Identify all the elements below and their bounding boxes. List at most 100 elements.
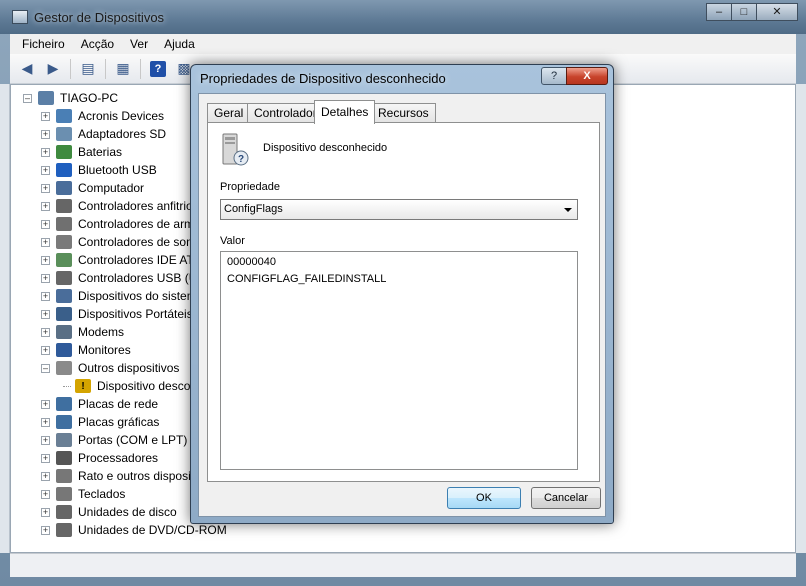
tree-item[interactable]: – Outros dispositivos bbox=[41, 359, 179, 377]
property-label: Propriedade bbox=[220, 181, 280, 193]
expand-icon[interactable]: + bbox=[41, 147, 50, 157]
collapse-icon[interactable]: – bbox=[41, 363, 50, 373]
expand-icon[interactable]: + bbox=[41, 417, 50, 427]
expand-icon[interactable]: + bbox=[41, 309, 50, 319]
expand-icon[interactable]: + bbox=[41, 435, 50, 445]
tree-connector bbox=[63, 385, 71, 387]
port-icon bbox=[56, 433, 72, 447]
tree-item[interactable]: + Controladores de arm bbox=[41, 215, 194, 233]
tree-item[interactable]: + Teclados bbox=[41, 485, 125, 503]
tree-item[interactable]: + Controladores anfitrio bbox=[41, 197, 193, 215]
network-adapter-icon bbox=[56, 397, 72, 411]
tree-item[interactable]: + Rato e outros disposit bbox=[41, 467, 194, 485]
expand-icon[interactable]: + bbox=[41, 399, 50, 409]
dialog-close-button[interactable]: X bbox=[566, 67, 608, 85]
maximize-button[interactable]: □ bbox=[731, 3, 757, 21]
tree-item[interactable]: + Bluetooth USB bbox=[41, 161, 157, 179]
minimize-button[interactable]: – bbox=[706, 3, 732, 21]
property-dropdown[interactable]: ConfigFlags bbox=[220, 199, 578, 220]
expand-icon[interactable]: + bbox=[41, 345, 50, 355]
tree-item-label: Baterias bbox=[78, 145, 123, 159]
tree-item[interactable]: + Dispositivos Portáteis bbox=[41, 305, 193, 323]
tab-controlador[interactable]: Controlador bbox=[247, 103, 324, 123]
tree-item[interactable]: + Dispositivos do sistem bbox=[41, 287, 197, 305]
toolbar-separator bbox=[70, 58, 71, 79]
tree-item[interactable]: ! Dispositivo desco bbox=[63, 377, 190, 395]
main-title-bar[interactable]: Gestor de Dispositivos – □ ✕ bbox=[0, 0, 806, 34]
menu-ajuda[interactable]: Ajuda bbox=[156, 37, 203, 51]
value-list[interactable]: 00000040 CONFIGFLAG_FAILEDINSTALL bbox=[220, 251, 578, 470]
forward-arrow-icon[interactable]: ▶ bbox=[42, 58, 64, 80]
device-name: Dispositivo desconhecido bbox=[263, 142, 388, 154]
properties-icon[interactable]: ▦ bbox=[112, 58, 134, 80]
dialog-help-button[interactable]: ? bbox=[541, 67, 567, 85]
value-item[interactable]: CONFIGFLAG_FAILEDINSTALL bbox=[227, 273, 386, 285]
tree-item-label: Placas gráficas bbox=[78, 415, 160, 429]
tree-item[interactable]: + Controladores USB (U bbox=[41, 269, 197, 287]
tree-item[interactable]: + Modems bbox=[41, 323, 124, 341]
menu-ver[interactable]: Ver bbox=[122, 37, 156, 51]
expand-icon[interactable]: + bbox=[41, 165, 50, 175]
main-window-title: Gestor de Dispositivos bbox=[34, 10, 165, 25]
tree-item-label: Controladores de arm bbox=[78, 217, 195, 231]
expand-icon[interactable]: + bbox=[41, 507, 50, 517]
tree-item[interactable]: + Unidades de disco bbox=[41, 503, 177, 521]
back-arrow-icon[interactable]: ◀ bbox=[16, 58, 38, 80]
usb-icon bbox=[56, 271, 72, 285]
expand-icon[interactable]: + bbox=[41, 111, 50, 121]
tree-item[interactable]: + Controladores de som bbox=[41, 233, 196, 251]
expand-icon[interactable]: + bbox=[41, 255, 50, 265]
modem-icon bbox=[56, 325, 72, 339]
tree-item-label: Monitores bbox=[78, 343, 131, 357]
tree-item[interactable]: + Baterias bbox=[41, 143, 122, 161]
show-hide-console-tree-icon[interactable]: ▤ bbox=[77, 58, 99, 80]
collapse-icon[interactable]: – bbox=[23, 93, 32, 103]
cancel-button[interactable]: Cancelar bbox=[531, 487, 601, 509]
expand-icon[interactable]: + bbox=[41, 129, 50, 139]
expand-icon[interactable]: + bbox=[41, 327, 50, 337]
tree-item[interactable]: + Processadores bbox=[41, 449, 158, 467]
tree-item-label: Teclados bbox=[78, 487, 126, 501]
tree-item[interactable]: + Adaptadores SD bbox=[41, 125, 166, 143]
dropdown-arrow-icon[interactable] bbox=[564, 208, 572, 212]
tab-recursos[interactable]: Recursos bbox=[371, 103, 436, 123]
menu-ficheiro[interactable]: Ficheiro bbox=[14, 37, 73, 51]
usb-controller-icon bbox=[56, 199, 72, 213]
expand-icon[interactable]: + bbox=[41, 183, 50, 193]
tree-item[interactable]: + Placas de rede bbox=[41, 395, 158, 413]
expand-icon[interactable]: + bbox=[41, 291, 50, 301]
tree-item[interactable]: + Placas gráficas bbox=[41, 413, 159, 431]
disk-drive-icon bbox=[56, 505, 72, 519]
expand-icon[interactable]: + bbox=[41, 237, 50, 247]
menu-bar: Ficheiro Acção Ver Ajuda bbox=[10, 34, 796, 54]
tab-detalhes[interactable]: Detalhes bbox=[314, 100, 376, 124]
tree-item[interactable]: + Computador bbox=[41, 179, 144, 197]
expand-icon[interactable]: + bbox=[41, 273, 50, 283]
tree-item[interactable]: + Controladores IDE AT bbox=[41, 251, 194, 269]
tree-item-label: Dispositivos do sistem bbox=[78, 289, 197, 303]
expand-icon[interactable]: + bbox=[41, 219, 50, 229]
tree-root[interactable]: – TIAGO-PC bbox=[23, 89, 118, 107]
value-item[interactable]: 00000040 bbox=[227, 256, 276, 268]
menu-accao[interactable]: Acção bbox=[73, 37, 122, 51]
tree-item-label: Controladores USB (U bbox=[78, 271, 198, 285]
unknown-device-icon bbox=[56, 361, 72, 375]
expand-icon[interactable]: + bbox=[41, 525, 50, 535]
monitor-icon bbox=[56, 343, 72, 357]
main-close-button[interactable]: ✕ bbox=[756, 3, 798, 21]
tree-item-label: Controladores de som bbox=[78, 235, 197, 249]
expand-icon[interactable]: + bbox=[41, 471, 50, 481]
help-icon[interactable]: ? bbox=[147, 58, 169, 80]
tab-geral[interactable]: Geral bbox=[207, 103, 251, 123]
battery-icon bbox=[56, 145, 72, 159]
tree-item[interactable]: + Portas (COM e LPT) bbox=[41, 431, 187, 449]
tree-item-label: Processadores bbox=[78, 451, 159, 465]
ok-button[interactable]: OK bbox=[447, 487, 521, 509]
tree-item-label: Acronis Devices bbox=[78, 109, 165, 123]
expand-icon[interactable]: + bbox=[41, 453, 50, 463]
tree-item[interactable]: + Monitores bbox=[41, 341, 131, 359]
main-caption-buttons: – □ ✕ bbox=[706, 3, 798, 21]
expand-icon[interactable]: + bbox=[41, 201, 50, 211]
expand-icon[interactable]: + bbox=[41, 489, 50, 499]
tree-item[interactable]: + Acronis Devices bbox=[41, 107, 164, 125]
